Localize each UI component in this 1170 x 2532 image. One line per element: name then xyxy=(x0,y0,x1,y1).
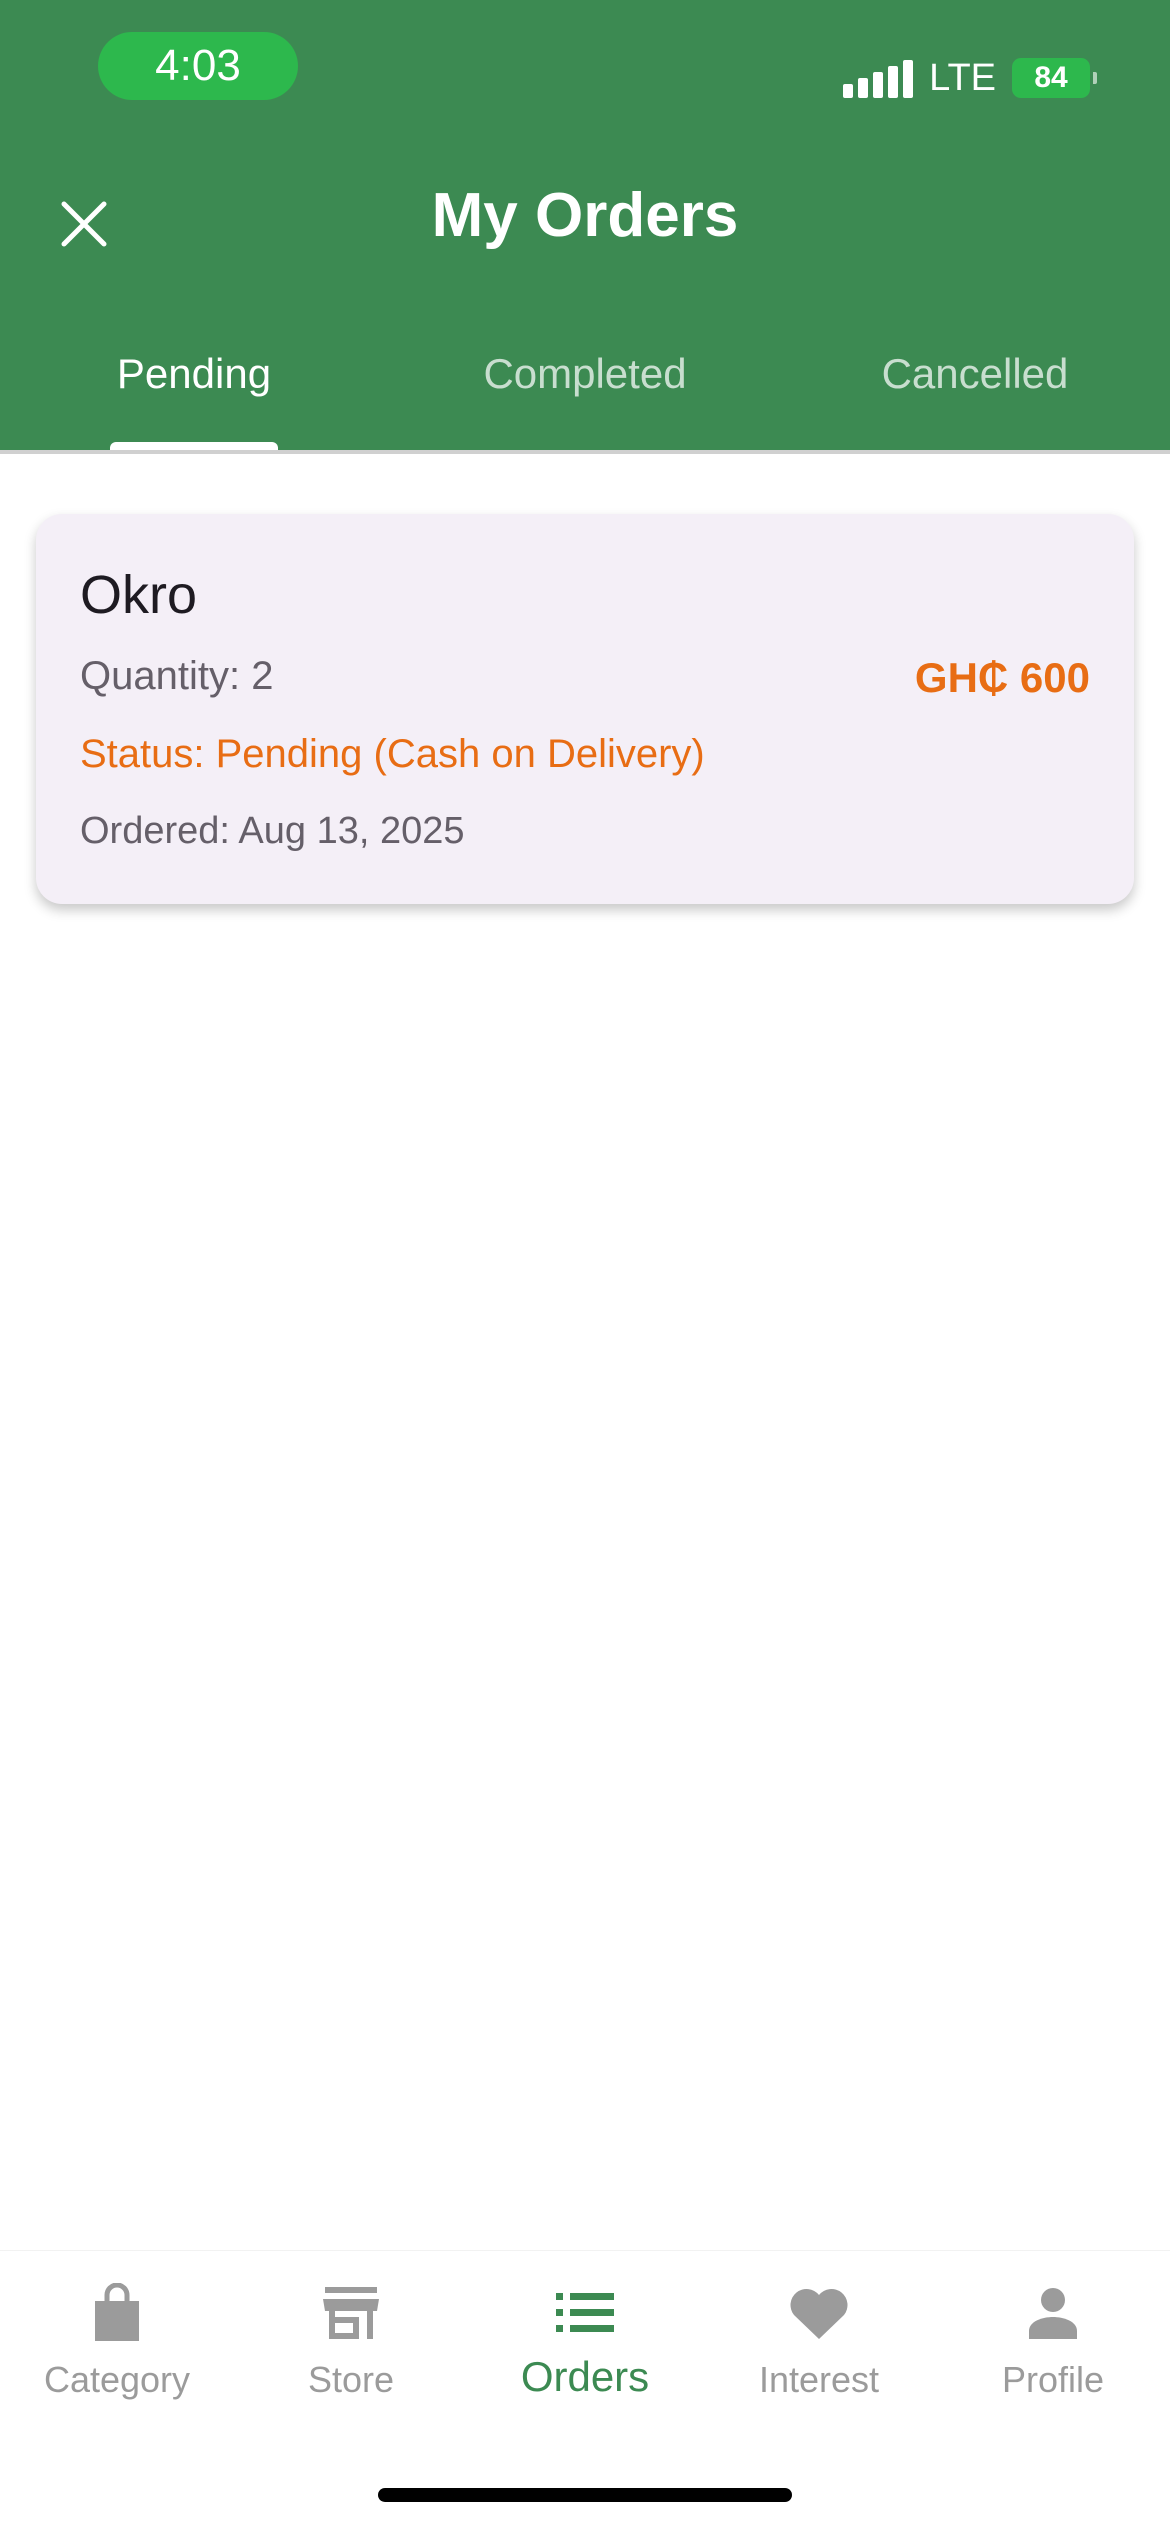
nav-item-profile[interactable]: Profile xyxy=(936,2281,1170,2401)
battery-level: 84 xyxy=(1034,61,1068,94)
nav-label-store: Store xyxy=(307,2359,395,2400)
order-tabs: Pending Completed Cancelled xyxy=(0,340,1170,450)
tab-cancelled[interactable]: Cancelled xyxy=(858,350,1092,398)
order-quantity: Quantity: 2 xyxy=(80,654,274,698)
order-date: Ordered: Aug 13, 2025 xyxy=(80,810,465,852)
status-indicators: LTE 84 xyxy=(843,50,1097,106)
order-price: GH₵ 600 xyxy=(914,654,1090,701)
tab-pending[interactable]: Pending xyxy=(110,350,278,398)
nav-item-store[interactable]: Store xyxy=(234,2281,468,2401)
status-time: 4:03 xyxy=(98,32,298,100)
store-icon xyxy=(319,2281,383,2345)
order-card[interactable]: Okro Quantity: 2 GH₵ 600 Status: Pending… xyxy=(36,514,1134,904)
signal-icon xyxy=(843,58,914,98)
shopping-bag-icon xyxy=(85,2281,149,2345)
heart-icon xyxy=(787,2281,851,2345)
home-indicator xyxy=(378,2488,792,2502)
battery-icon: 84 xyxy=(1012,58,1097,98)
order-status: Status: Pending (Cash on Delivery) xyxy=(80,732,705,776)
nav-label-category: Category xyxy=(43,2359,191,2400)
active-tab-indicator xyxy=(110,442,278,450)
nav-label-profile: Profile xyxy=(1001,2359,1105,2400)
tab-completed[interactable]: Completed xyxy=(468,350,702,398)
nav-item-orders[interactable]: Orders xyxy=(468,2281,702,2401)
network-type: LTE xyxy=(929,56,996,99)
nav-label-interest: Interest xyxy=(758,2359,880,2400)
header-divider xyxy=(0,450,1170,454)
nav-item-interest[interactable]: Interest xyxy=(702,2281,936,2401)
nav-label-orders: Orders xyxy=(520,2353,650,2400)
list-icon xyxy=(553,2281,617,2345)
nav-item-category[interactable]: Category xyxy=(0,2281,234,2401)
person-icon xyxy=(1021,2281,1085,2345)
page-title: My Orders xyxy=(431,181,739,250)
app-header: 4:03 LTE 84 My Orders Pending Completed … xyxy=(0,0,1170,450)
order-product-name: Okro xyxy=(80,565,198,625)
